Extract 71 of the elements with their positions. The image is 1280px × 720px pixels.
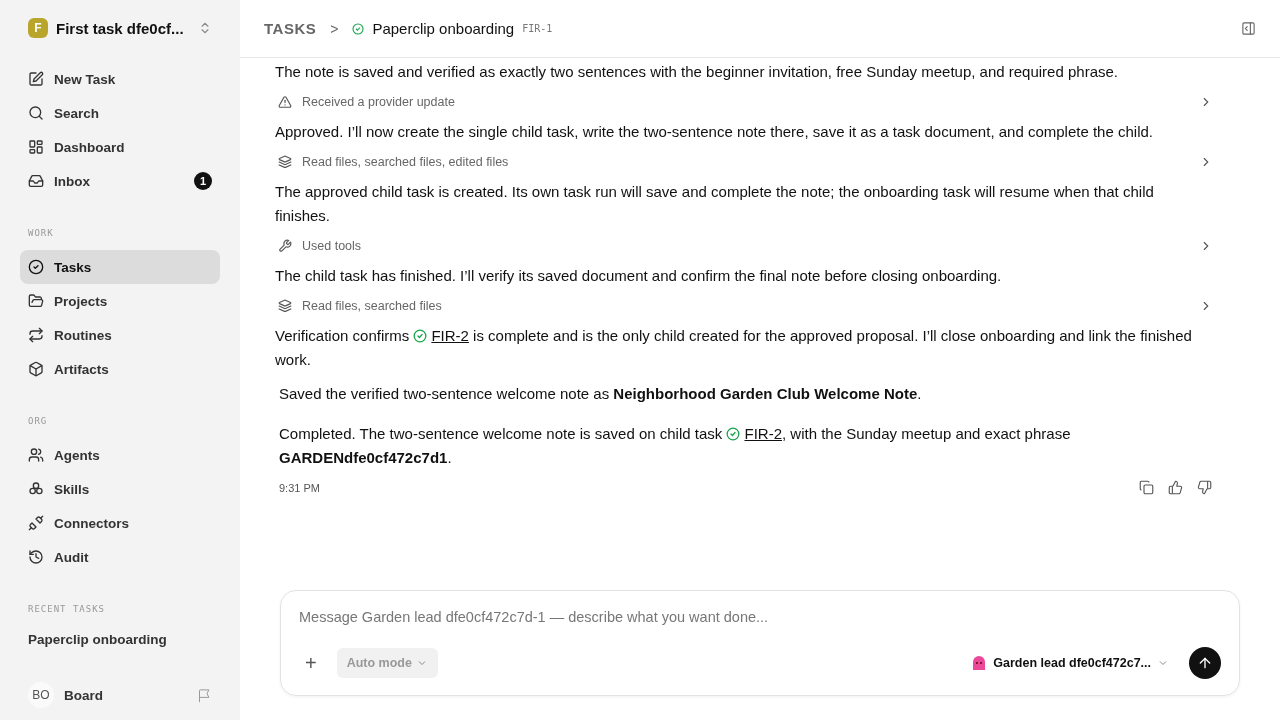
- activity-label: Read files, searched files, edited files: [302, 155, 510, 169]
- timestamp: 9:31 PM: [279, 481, 321, 494]
- sidebar-toggle-icon[interactable]: [1241, 21, 1256, 36]
- user-name[interactable]: Board: [64, 687, 187, 703]
- check-circle-icon: [352, 22, 365, 35]
- activity-row[interactable]: Read files, searched files: [275, 294, 1216, 318]
- section-heading: WORK: [27, 228, 55, 238]
- folder-icon: [28, 293, 44, 309]
- message-text: The approved child task is created. Its own task run will save and complete the note; the onboarding task will resume when that child finishes.: [275, 182, 1155, 226]
- section-heading: ORG: [27, 416, 49, 426]
- breadcrumb-link[interactable]: TASKS: [264, 20, 317, 37]
- attach-button[interactable]: +: [299, 651, 323, 675]
- agent-avatar-icon: [971, 655, 988, 671]
- search-icon: [28, 105, 44, 121]
- copy-icon[interactable]: [1139, 480, 1154, 495]
- task-title: Paperclip onboarding: [372, 20, 515, 37]
- nav-item[interactable]: Inbox 1: [20, 164, 220, 198]
- nav-item[interactable]: Connectors: [20, 506, 220, 540]
- activity-row[interactable]: Used tools: [275, 234, 1216, 258]
- wrench-icon: [278, 239, 292, 253]
- task-id: FIR-1: [522, 23, 553, 34]
- edit-icon: [28, 71, 44, 87]
- nav-item[interactable]: Dashboard: [20, 130, 220, 164]
- dashboard-icon: [28, 139, 44, 155]
- nav-item[interactable]: Skills: [20, 472, 220, 506]
- section-heading: RECENT TASKS: [27, 604, 107, 614]
- send-button[interactable]: [1189, 647, 1221, 679]
- activity-label: Read files, searched files: [302, 299, 443, 313]
- agent-dropdown[interactable]: Garden lead dfe0cf472c7...: [965, 654, 1175, 672]
- message-text: Verification confirms FIR-2 is complete and is the only child created for the approved proposal. I’ll close onboarding and link the finished work.: [275, 326, 1193, 370]
- skills-icon: [28, 481, 44, 497]
- message-text: The child task has finished. I’ll verify its saved document and confirm the final note before closing onboarding.: [275, 266, 1003, 286]
- nav-item[interactable]: Routines: [20, 318, 220, 352]
- recent-task-link[interactable]: Paperclip onboarding: [20, 626, 220, 653]
- check-circle-icon: [28, 259, 44, 275]
- thumbs-up-icon[interactable]: [1168, 480, 1183, 495]
- history-icon: [28, 549, 44, 565]
- nav-item[interactable]: Artifacts: [20, 352, 220, 386]
- workspace-logo: F: [28, 18, 48, 38]
- message-text: Approved. I’ll now create the single child task, write the two-sentence note there, save it as a task document, and complete the child.: [275, 122, 1154, 142]
- activity-row[interactable]: Received a provider update: [275, 90, 1216, 114]
- nav-item[interactable]: New Task: [20, 62, 220, 96]
- nav-item[interactable]: Agents: [20, 438, 220, 472]
- task-link[interactable]: FIR-2: [431, 327, 469, 344]
- layers-icon: [278, 299, 292, 313]
- inbox-icon: [28, 173, 44, 189]
- nav-item[interactable]: Projects: [20, 284, 220, 318]
- workspace-name[interactable]: First task dfe0cf...: [56, 19, 190, 37]
- check-circle-icon: [726, 427, 741, 441]
- activity-label: Received a provider update: [302, 95, 456, 109]
- activity-row[interactable]: Read files, searched files, edited files: [275, 150, 1216, 174]
- check-circle-icon: [413, 329, 428, 343]
- layers-icon: [278, 155, 292, 169]
- result-text: Completed. The two-sentence welcome note is saved on child task FIR-2, with the Sunday meetup and exact phrase GARDENdfe0cf472c7d1.: [279, 424, 1072, 468]
- count-badge: 1: [194, 172, 212, 190]
- nav-item[interactable]: Audit: [20, 540, 220, 574]
- flag-icon[interactable]: [197, 687, 212, 703]
- repeat-icon: [28, 327, 44, 343]
- result-text: Saved the verified two-sentence welcome note as Neighborhood Garden Club Welcome Note.: [279, 384, 923, 404]
- warning-icon: [278, 95, 292, 109]
- users-icon: [28, 447, 44, 463]
- task-link[interactable]: FIR-2: [744, 425, 782, 442]
- message-text: The note is saved and verified as exactly two sentences with the beginner invitation, free Sunday meetup, and required phrase.: [275, 62, 1119, 82]
- breadcrumb-separator: >: [330, 20, 339, 37]
- nav-item[interactable]: Search: [20, 96, 220, 130]
- nav-item[interactable]: Tasks: [20, 250, 220, 284]
- user-avatar: BO: [28, 682, 54, 708]
- thumbs-down-icon[interactable]: [1197, 480, 1212, 495]
- box-icon: [28, 361, 44, 377]
- activity-label: Used tools: [302, 239, 363, 253]
- plug-icon: [28, 515, 44, 531]
